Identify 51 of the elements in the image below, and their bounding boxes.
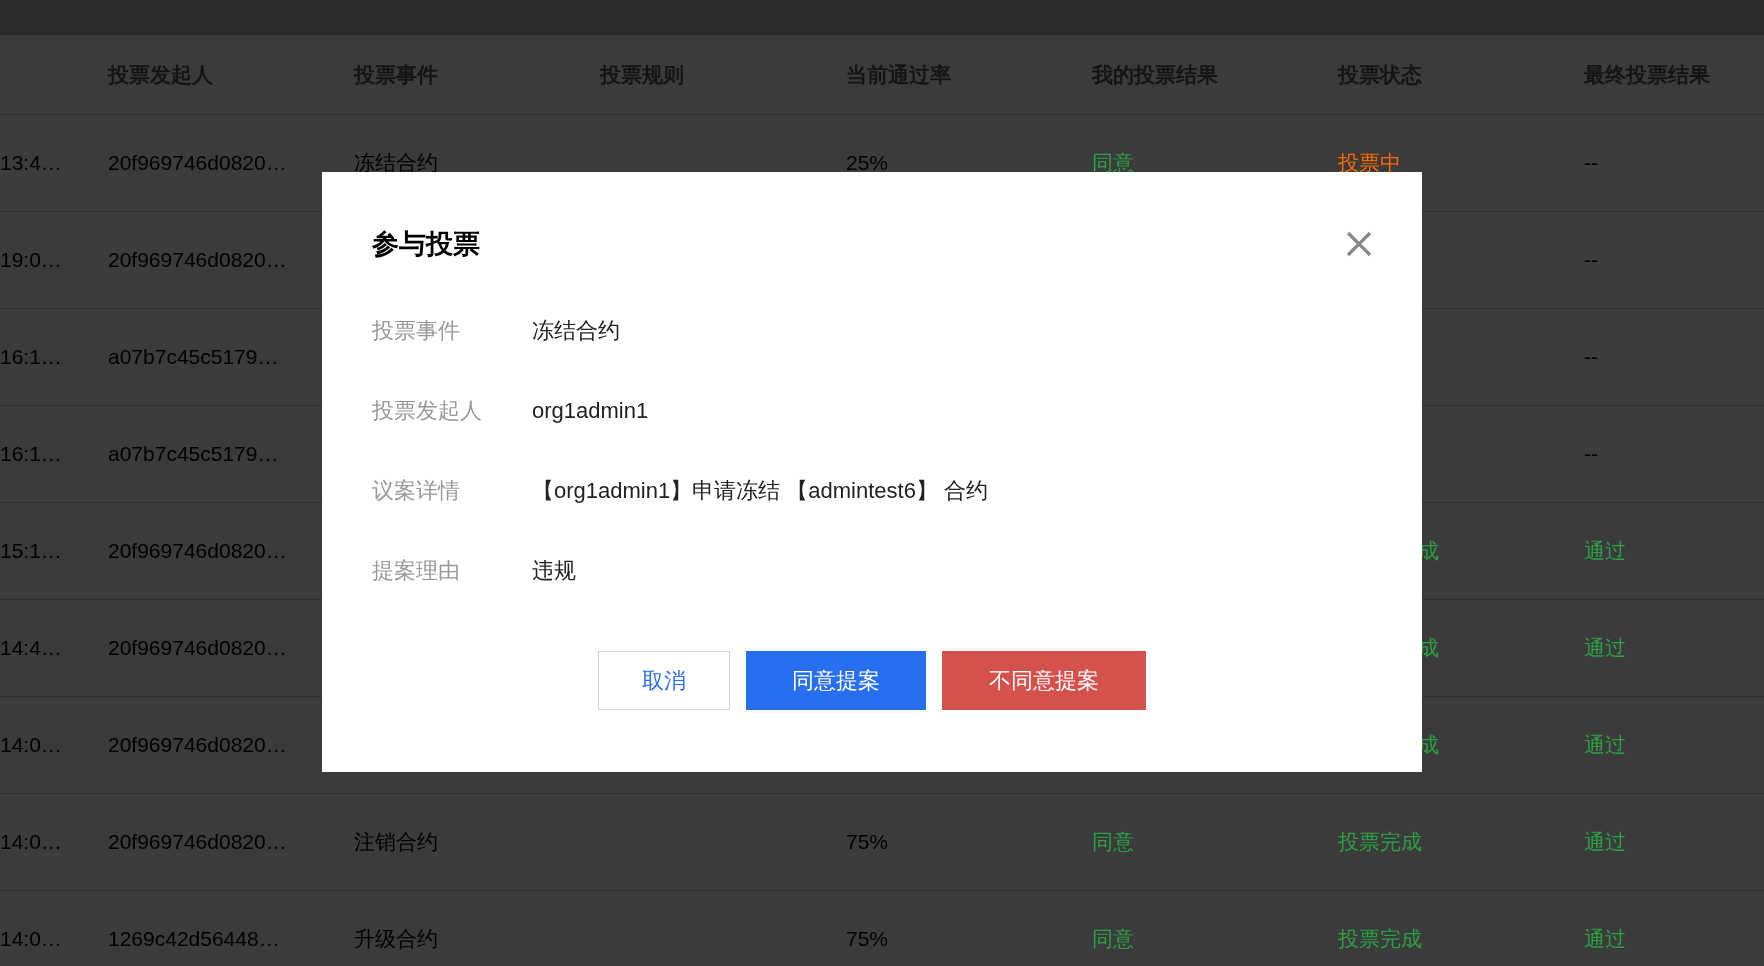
field-value: 【org1admin1】申请冻结 【admintest6】 合约 xyxy=(532,477,989,505)
disagree-button[interactable]: 不同意提案 xyxy=(942,650,1146,710)
time-text: 14:4… xyxy=(0,636,62,660)
time-text: 16:1… xyxy=(0,442,62,466)
initiator-text: 20f969746d0820… xyxy=(108,636,287,660)
field-label: 议案详情 xyxy=(372,477,461,505)
field-value: 违规 xyxy=(532,557,576,585)
final-result-text: 通过 xyxy=(1584,636,1626,660)
agree-button[interactable]: 同意提案 xyxy=(746,650,926,710)
final-result-text: -- xyxy=(1584,151,1598,175)
vote-status-text: 投票中 xyxy=(1338,151,1401,175)
field-value: org1admin1 xyxy=(532,397,649,425)
final-result-text: 通过 xyxy=(1584,733,1626,757)
field-label: 投票发起人 xyxy=(372,397,483,425)
vote-status-text: 投票完成 xyxy=(1338,927,1422,951)
time-text: 19:0… xyxy=(0,248,62,272)
close-icon[interactable] xyxy=(1346,231,1372,258)
time-text: 14:0… xyxy=(0,927,62,951)
pass-rate-text: 25% xyxy=(846,151,889,175)
event-text: 升级合约 xyxy=(354,927,438,951)
time-text: 16:1… xyxy=(0,345,62,369)
initiator-text: 1269c42d56448… xyxy=(108,927,280,951)
initiator-text: 20f969746d0820… xyxy=(108,248,287,272)
final-result-text: 通过 xyxy=(1584,927,1626,951)
initiator-text: a07b7c45c5179… xyxy=(108,345,279,369)
dialog-title: 参与投票 xyxy=(372,228,480,261)
final-result-text: -- xyxy=(1584,345,1598,369)
time-text: 14:0… xyxy=(0,733,62,757)
pass-rate-text: 75% xyxy=(846,830,889,854)
cancel-button[interactable]: 取消 xyxy=(598,650,730,710)
initiator-text: 20f969746d0820… xyxy=(108,830,287,854)
field-label: 投票事件 xyxy=(372,317,461,345)
field-value: 冻结合约 xyxy=(532,317,620,345)
initiator-text: 20f969746d0820… xyxy=(108,539,287,563)
vote-status-text: 投票完成 xyxy=(1338,830,1422,854)
initiator-text: a07b7c45c5179… xyxy=(108,442,279,466)
my-vote-text: 同意 xyxy=(1092,830,1134,854)
final-result-text: -- xyxy=(1584,248,1598,272)
final-result-text: 通过 xyxy=(1584,830,1626,854)
event-text: 注销合约 xyxy=(354,830,438,854)
time-text: 15:1… xyxy=(0,539,62,563)
final-result-text: -- xyxy=(1584,442,1598,466)
pass-rate-text: 75% xyxy=(846,927,889,951)
field-label: 提案理由 xyxy=(372,557,461,585)
my-vote-text: 同意 xyxy=(1092,927,1134,951)
initiator-text: 20f969746d0820… xyxy=(108,151,287,175)
initiator-text: 20f969746d0820… xyxy=(108,733,287,757)
time-text: 14:0… xyxy=(0,830,62,854)
time-text: 13:4… xyxy=(0,151,62,175)
event-text: 冻结合约 xyxy=(354,151,438,175)
final-result-text: 通过 xyxy=(1584,539,1626,563)
